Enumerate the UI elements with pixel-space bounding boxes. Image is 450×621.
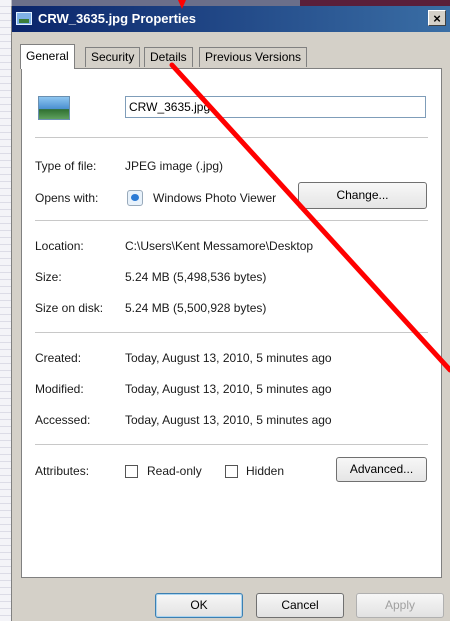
- file-name-input[interactable]: [125, 96, 426, 118]
- advanced-button[interactable]: Advanced...: [336, 457, 427, 482]
- accessed-label: Accessed:: [35, 413, 91, 427]
- tab-previous-versions[interactable]: Previous Versions: [199, 47, 308, 67]
- properties-dialog: CRW_3635.jpg Properties × General Securi…: [11, 6, 450, 621]
- tab-details[interactable]: Details: [144, 47, 193, 67]
- location-value: C:\Users\Kent Messamore\Desktop: [125, 239, 314, 253]
- type-of-file-label: Type of file:: [35, 159, 97, 173]
- created-value: Today, August 13, 2010, 5 minutes ago: [125, 351, 332, 365]
- size-value: 5.24 MB (5,498,536 bytes): [125, 270, 267, 284]
- tab-general[interactable]: General: [20, 44, 75, 69]
- ok-button[interactable]: OK: [155, 593, 243, 618]
- location-label: Location:: [35, 239, 84, 253]
- size-label: Size:: [35, 270, 62, 284]
- read-only-checkbox[interactable]: [125, 465, 138, 478]
- size-on-disk-label: Size on disk:: [35, 301, 104, 315]
- window-title: CRW_3635.jpg Properties: [38, 11, 196, 26]
- created-label: Created:: [35, 351, 82, 365]
- image-file-icon: [16, 12, 32, 25]
- picture-file-icon: [38, 96, 70, 120]
- hidden-checkbox[interactable]: [225, 465, 238, 478]
- read-only-label: Read-only: [147, 464, 202, 478]
- change-button[interactable]: Change...: [298, 182, 427, 209]
- separator: [35, 137, 428, 138]
- cancel-button[interactable]: Cancel: [256, 593, 344, 618]
- modified-label: Modified:: [35, 382, 84, 396]
- opens-with-value: Windows Photo Viewer: [153, 191, 277, 205]
- photo-viewer-icon: [127, 190, 143, 206]
- separator: [35, 332, 428, 333]
- hidden-label: Hidden: [246, 464, 285, 478]
- opens-with-label: Opens with:: [35, 191, 99, 205]
- tab-security[interactable]: Security: [85, 47, 141, 67]
- apply-button[interactable]: Apply: [356, 593, 444, 618]
- separator: [35, 444, 428, 445]
- separator: [35, 220, 428, 221]
- modified-value: Today, August 13, 2010, 5 minutes ago: [125, 382, 332, 396]
- attributes-label: Attributes:: [35, 464, 90, 478]
- title-bar[interactable]: CRW_3635.jpg Properties ×: [12, 6, 450, 32]
- size-on-disk-value: 5.24 MB (5,500,928 bytes): [125, 301, 267, 315]
- general-tab-panel: Type of file: JPEG image (.jpg) Opens wi…: [21, 68, 442, 578]
- accessed-value: Today, August 13, 2010, 5 minutes ago: [125, 413, 332, 427]
- close-button[interactable]: ×: [428, 10, 446, 26]
- type-of-file-value: JPEG image (.jpg): [125, 159, 224, 173]
